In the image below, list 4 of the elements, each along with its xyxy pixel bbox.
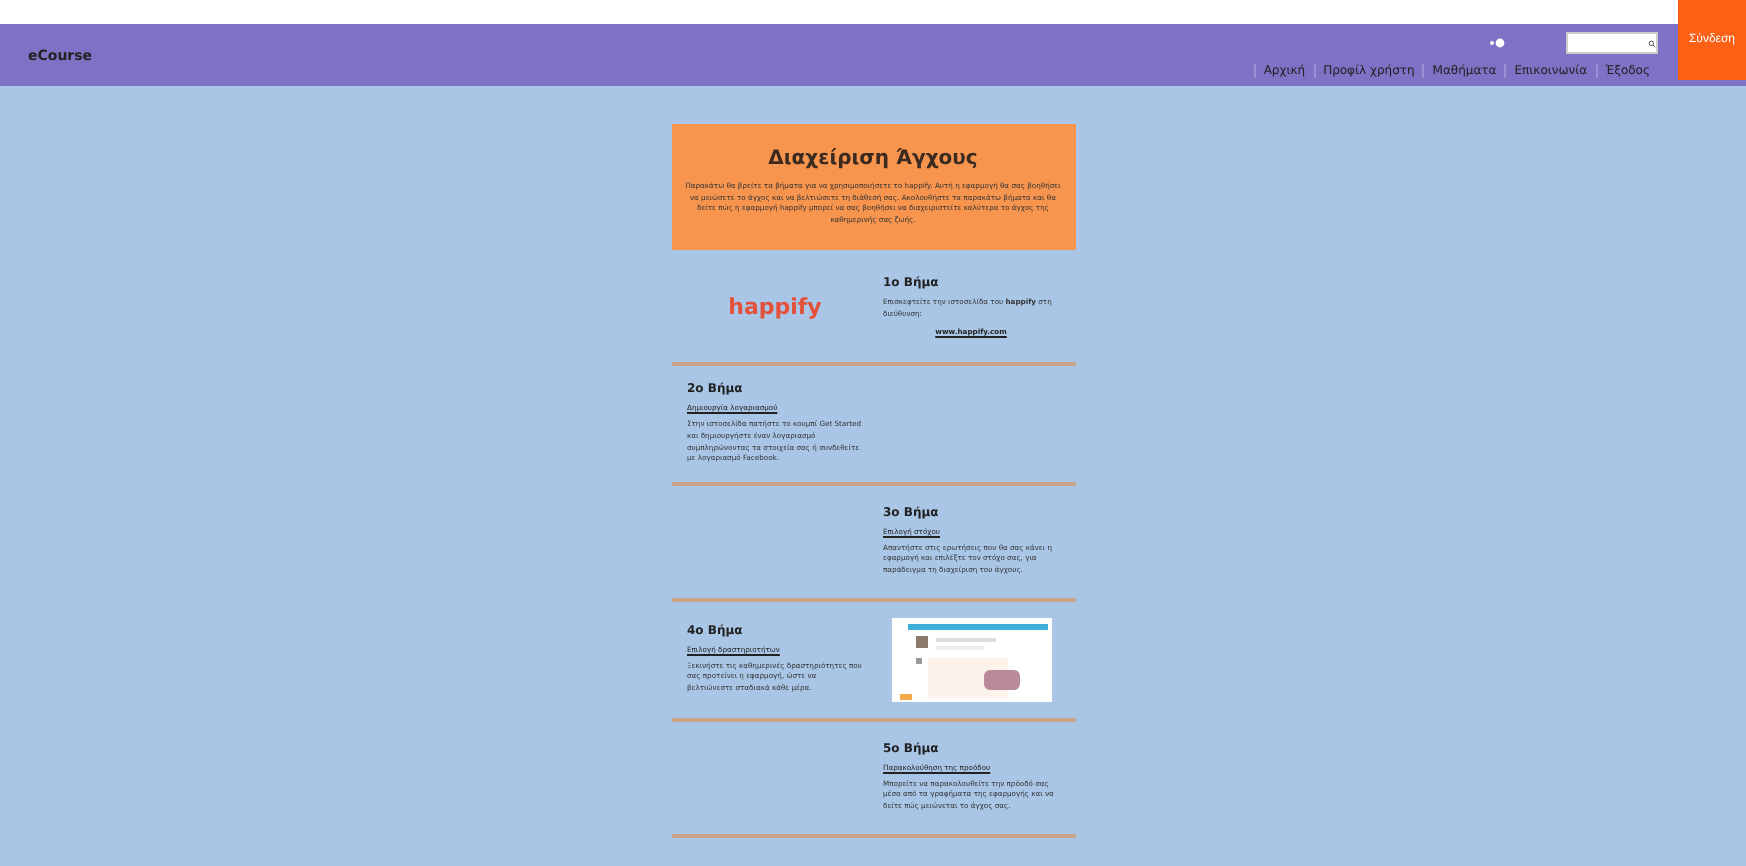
- search-field[interactable]: [1566, 32, 1658, 54]
- page-title: Διαχείριση Άγχους: [768, 148, 978, 170]
- happify-logo: happify: [728, 293, 822, 320]
- search-icon[interactable]: [1648, 39, 1656, 47]
